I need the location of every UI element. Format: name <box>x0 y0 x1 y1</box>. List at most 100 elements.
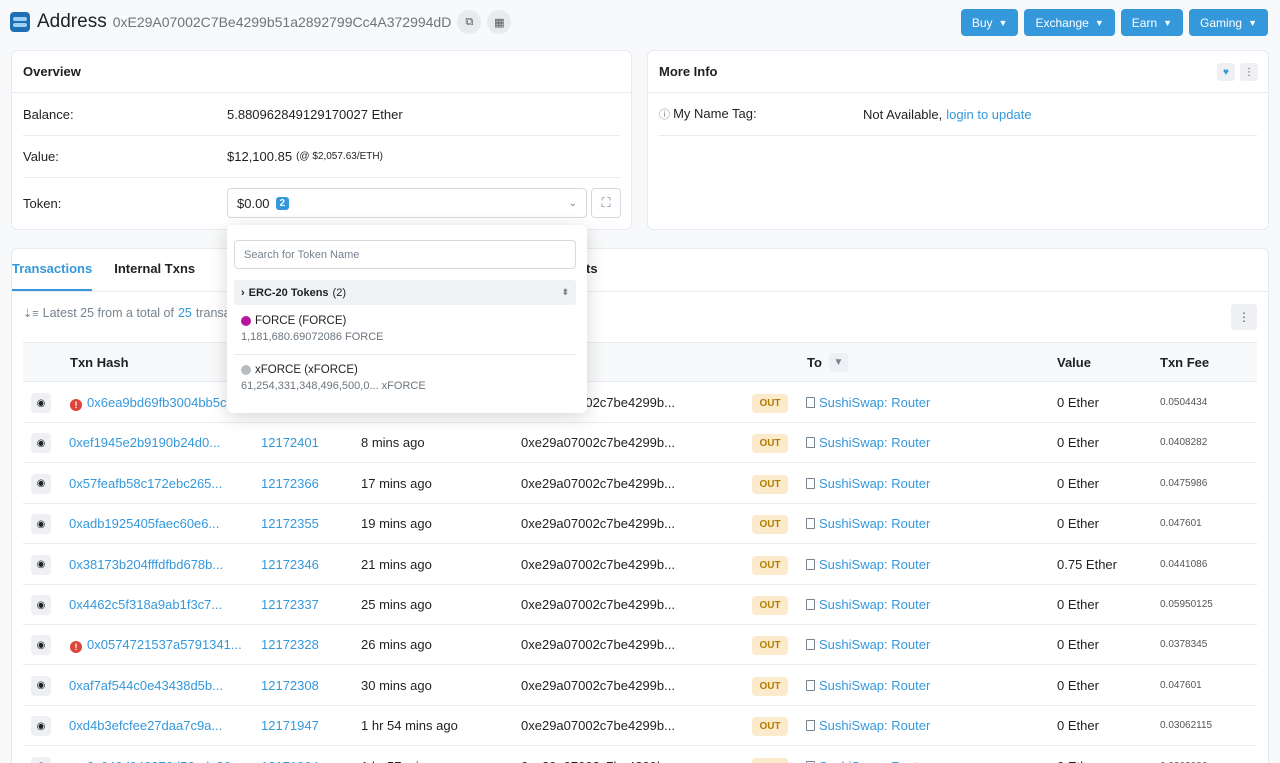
age-cell: 25 mins ago <box>361 597 432 612</box>
eye-icon[interactable]: ◉ <box>31 635 51 656</box>
col-txn-fee[interactable]: Txn Fee <box>1160 343 1209 383</box>
heart-icon[interactable]: ♥ <box>1217 63 1235 81</box>
filter-icon[interactable]: ▼ <box>829 353 848 372</box>
sort-icon[interactable]: ⬍ <box>561 287 569 298</box>
earn-button[interactable]: Earn ▼ <box>1120 9 1184 36</box>
value-cell: 0 Ether <box>1057 395 1099 410</box>
block-link[interactable]: 12172401 <box>261 423 319 463</box>
to-cell: SushiSwap: Router <box>806 545 930 585</box>
tab-events[interactable]: ts <box>586 250 1280 290</box>
block-link[interactable]: 12171904 <box>261 747 319 763</box>
contract-icon <box>806 397 815 408</box>
from-cell[interactable]: 0xe29a07002c7be4299b... <box>521 504 681 544</box>
buy-button[interactable]: Buy ▼ <box>960 9 1019 36</box>
token-name: FORCE (FORCE) <box>255 315 347 327</box>
erc20-group-header[interactable]: › ERC-20 Tokens (2) ⬍ <box>234 280 576 305</box>
eye-icon[interactable]: ◉ <box>31 473 51 494</box>
group-label: ERC-20 Tokens <box>248 286 329 299</box>
txn-hash-link[interactable]: 0x6ea9bd69fb3004bb5c... <box>87 395 237 410</box>
tab-transactions[interactable]: Transactions <box>12 250 93 291</box>
fee-cell: 0.0383086 <box>1160 747 1207 763</box>
to-link[interactable]: SushiSwap: Router <box>819 516 930 531</box>
from-cell[interactable]: 0xe29a07002c7be4299b... <box>521 625 681 665</box>
from-cell[interactable]: 0xe29a07002c7be4299b... <box>521 666 681 706</box>
direction-badge: OUT <box>752 434 788 454</box>
from-cell[interactable]: 0xe29a07002c7be4299b... <box>521 706 681 746</box>
to-link[interactable]: SushiSwap: Router <box>819 395 930 410</box>
token-item-xforce[interactable]: xFORCE (xFORCE) 61,254,331,348,496,500,0… <box>241 364 575 392</box>
token-name: xFORCE (xFORCE) <box>255 364 358 376</box>
age-cell: 26 mins ago <box>361 637 432 653</box>
block-link[interactable]: 12172366 <box>261 464 319 504</box>
from-cell[interactable]: 0xe29a07002c7be4299b... <box>521 545 681 585</box>
exchange-button[interactable]: Exchange ▼ <box>1024 9 1115 36</box>
expand-icon[interactable]: ⛶ <box>591 188 621 218</box>
to-link[interactable]: SushiSwap: Router <box>819 476 930 491</box>
age-cell: 17 mins ago <box>361 475 432 491</box>
txn-hash-cell: 0xef1945e2b9190b24d0... <box>69 423 227 463</box>
token-select[interactable]: $0.00 2 ⌄ <box>227 188 587 218</box>
txn-hash-link[interactable]: 0xaf7af544c0e43438d5b... <box>69 678 223 693</box>
xforce-token-icon <box>241 365 251 375</box>
more-options-icon[interactable]: ⋮ <box>1240 63 1258 81</box>
eye-icon[interactable]: ◉ <box>31 514 51 535</box>
txn-hash-cell: 0x4462c5f318a9ab1f3c7... <box>69 585 227 625</box>
eye-icon[interactable]: ◉ <box>31 595 51 615</box>
txn-hash-cell: !0x640d940376d56ada26... <box>70 747 242 763</box>
from-cell[interactable]: 0xe29a07002c7be4299b... <box>521 464 681 504</box>
token-search-input[interactable]: Search for Token Name <box>234 240 576 269</box>
more-options-icon[interactable]: ⋮ <box>1231 304 1257 330</box>
to-cell: SushiSwap: Router <box>806 464 930 504</box>
gaming-button[interactable]: Gaming ▼ <box>1189 9 1268 36</box>
block-link[interactable]: 12172346 <box>261 545 319 585</box>
from-cell[interactable]: 0xe29a07002c7be4299b... <box>521 423 681 463</box>
block-link[interactable]: 12172355 <box>261 504 319 544</box>
eye-icon[interactable]: ◉ <box>31 554 51 575</box>
block-link[interactable]: 12172328 <box>261 625 319 665</box>
to-link[interactable]: SushiSwap: Router <box>819 435 930 450</box>
to-link[interactable]: SushiSwap: Router <box>819 557 930 572</box>
block-link[interactable]: 12172308 <box>261 666 319 706</box>
eye-icon[interactable]: ◉ <box>31 393 51 413</box>
to-link[interactable]: SushiSwap: Router <box>819 718 930 733</box>
eye-icon[interactable]: ◉ <box>31 675 51 696</box>
to-cell: SushiSwap: Router <box>806 625 930 665</box>
summary-count-link[interactable]: 25 <box>178 306 192 320</box>
to-link[interactable]: SushiSwap: Router <box>819 678 930 693</box>
eye-icon[interactable]: ◉ <box>31 433 51 454</box>
value-cell: 0.75 Ether <box>1057 556 1117 572</box>
to-link[interactable]: SushiSwap: Router <box>819 637 930 652</box>
txn-hash-link[interactable]: 0xadb1925405faec60e6... <box>69 516 219 531</box>
divider <box>659 135 1257 136</box>
token-item-force[interactable]: FORCE (FORCE) 1,181,680.69072086 FORCE <box>241 315 575 343</box>
txn-hash-cell: 0xd4b3efcfee27daa7c9a... <box>69 706 227 746</box>
from-cell[interactable]: 0xe29a07002c7be4299b... <box>521 747 681 763</box>
qr-code-icon[interactable]: ▦ <box>487 10 512 34</box>
block-link[interactable]: 12171947 <box>261 706 319 746</box>
txn-hash-link[interactable]: 0x4462c5f318a9ab1f3c7... <box>69 597 222 612</box>
txn-hash-link[interactable]: 0x38173b204fffdfbd678b... <box>69 557 223 572</box>
txn-hash-link[interactable]: 0xd4b3efcfee27daa7c9a... <box>69 718 222 733</box>
direction-badge: OUT <box>752 717 788 737</box>
copy-icon[interactable]: ⧉ <box>457 10 482 34</box>
value-cell: 0 Ether <box>1057 597 1099 612</box>
login-link[interactable]: login to update <box>946 107 1031 122</box>
token-total: $0.00 <box>237 195 270 211</box>
eye-icon[interactable]: ◉ <box>31 716 51 737</box>
txn-hash-link[interactable]: 0x57feafb58c172ebc265... <box>69 476 222 491</box>
to-link[interactable]: SushiSwap: Router <box>819 597 930 612</box>
eye-icon[interactable]: ◉ <box>31 756 51 763</box>
direction-badge: OUT <box>752 474 788 494</box>
from-cell[interactable]: 0xe29a07002c7be4299b... <box>521 585 681 625</box>
block-link[interactable]: 12172337 <box>261 585 319 625</box>
token-label: Token: <box>23 195 62 211</box>
txn-hash-link[interactable]: 0x640d940376d56ada26... <box>87 759 242 763</box>
error-icon: ! <box>70 641 82 654</box>
txn-hash-link[interactable]: 0xef1945e2b9190b24d0... <box>69 435 220 450</box>
txn-hash-link[interactable]: 0x0574721537a5791341... <box>87 637 242 652</box>
to-link[interactable]: SushiSwap: Router <box>819 759 930 763</box>
value-cell: 0 Ether <box>1057 475 1099 491</box>
fee-cell: 0.0475986 <box>1160 477 1208 489</box>
overview-title: Overview <box>12 51 631 93</box>
tab-internal-txns[interactable]: Internal Txns <box>114 250 195 290</box>
